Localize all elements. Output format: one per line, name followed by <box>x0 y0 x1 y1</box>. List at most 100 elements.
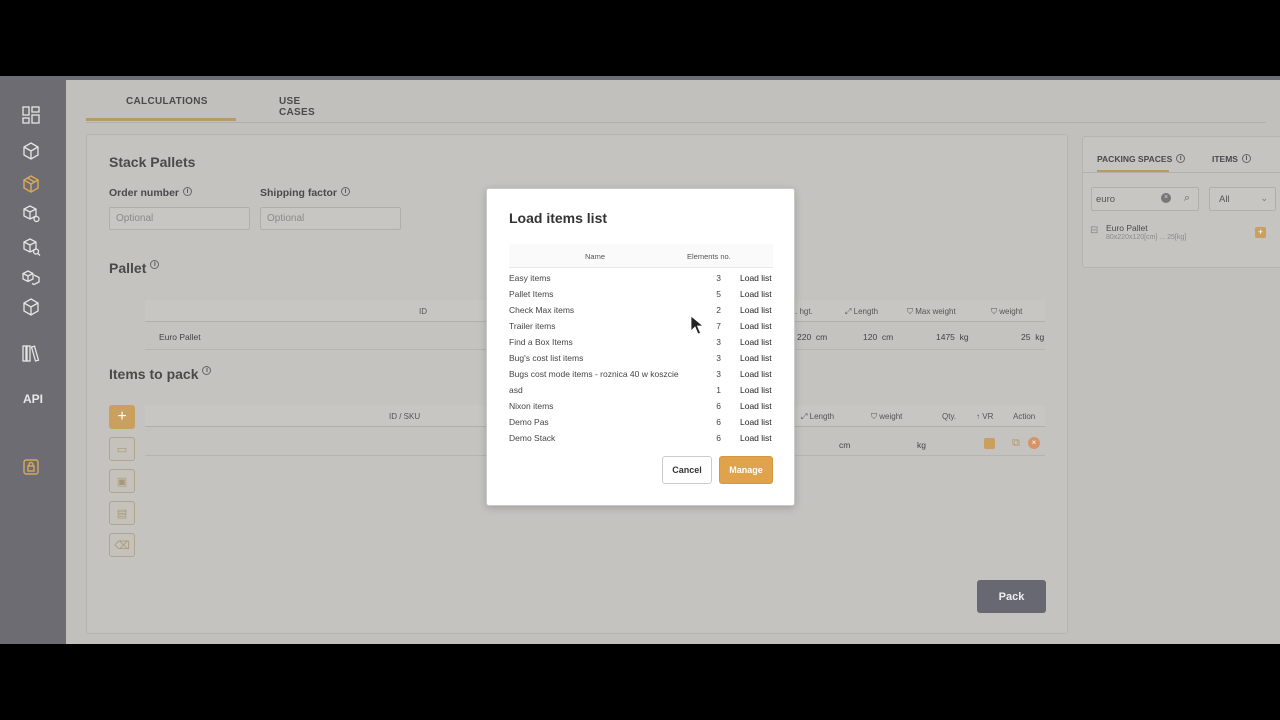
list-item: asd 1 Load list <box>509 382 773 398</box>
list-item-count: 7 <box>716 321 721 331</box>
import-file-button[interactable]: ▭ <box>109 437 135 461</box>
copy-icon[interactable]: ⧉ <box>1012 437 1020 450</box>
pallet-section-title: Pallet i <box>109 260 160 276</box>
list-item-count: 3 <box>716 337 721 347</box>
list-item-count: 3 <box>716 273 721 283</box>
sidebar: API <box>0 80 66 644</box>
lock-icon[interactable] <box>20 456 42 478</box>
pallet-length: 120 cm <box>863 332 894 342</box>
item-length-unit: cm <box>839 440 851 450</box>
order-number-input[interactable]: Optional <box>109 207 250 230</box>
box-settings-icon[interactable] <box>20 203 42 225</box>
list-item-name: Demo Pas <box>509 417 549 427</box>
list-item-count: 1 <box>716 385 721 395</box>
pallet-height: 220 cm <box>797 332 828 342</box>
api-nav-item[interactable]: API <box>16 392 50 406</box>
load-list-button[interactable]: Load list <box>740 321 772 331</box>
boxes-icon[interactable] <box>20 266 42 288</box>
list-item: Find a Box Items 3 Load list <box>509 334 773 350</box>
search-icon[interactable]: ⌕ <box>1184 192 1190 205</box>
load-list-button[interactable]: Load list <box>740 353 772 363</box>
box-export-icon[interactable] <box>20 296 42 318</box>
list-item: Demo Pas 6 Load list <box>509 414 773 430</box>
list-item-name: Find a Box Items <box>509 337 573 347</box>
add-result-button[interactable]: + <box>1255 227 1266 238</box>
items-col-length: ⤢ Length <box>801 412 835 421</box>
tab-packing-spaces[interactable]: PACKING SPACES i <box>1097 154 1186 164</box>
items-col-vr: ↑ VR <box>976 412 994 421</box>
load-list-button[interactable]: Load list <box>740 305 772 315</box>
list-item: Pallet Items 5 Load list <box>509 286 773 302</box>
result-name[interactable]: Euro Pallet <box>1106 223 1148 233</box>
list-item-name: Bugs cost mode items - roznica 40 w kosz… <box>509 369 679 379</box>
load-list-button[interactable]: Load list <box>740 273 772 283</box>
item-weight-unit: kg <box>917 440 926 450</box>
info-icon[interactable]: i <box>150 260 160 269</box>
list-item-name: Bug's cost list items <box>509 353 584 363</box>
items-section-title: Items to pack i <box>109 366 212 382</box>
items-col-action: Action <box>1013 412 1036 421</box>
list-item-name: Check Max items <box>509 305 575 315</box>
info-icon[interactable]: i <box>202 366 212 375</box>
pallet-col-max-weight: ⛉ Max weight <box>907 307 956 316</box>
add-item-button[interactable]: + <box>109 405 135 429</box>
filter-select[interactable]: All ⌄ <box>1209 187 1276 211</box>
shipping-factor-input[interactable]: Optional <box>260 207 401 230</box>
library-icon[interactable] <box>20 342 42 364</box>
load-list-button[interactable]: Load list <box>740 417 772 427</box>
load-list-button[interactable]: Load list <box>740 369 772 379</box>
pallet-col-id: ID <box>419 307 427 316</box>
import-list-button[interactable]: ▣ <box>109 469 135 493</box>
manage-button[interactable]: Manage <box>719 456 773 484</box>
result-detail: 80x220x120[cm] ... 25[kg] <box>1106 234 1187 241</box>
list-item: Easy items 3 Load list <box>509 270 773 286</box>
load-list-button[interactable]: Load list <box>740 433 772 443</box>
info-icon[interactable]: i <box>1176 154 1186 163</box>
tab-items[interactable]: ITEMS i <box>1212 154 1251 164</box>
remove-icon[interactable]: × <box>1028 437 1040 449</box>
list-item-count: 3 <box>716 369 721 379</box>
dialog-title: Load items list <box>509 210 608 226</box>
box-search-icon[interactable] <box>20 236 42 258</box>
box-icon[interactable] <box>20 140 42 162</box>
list-item: Demo Stack 6 Load list <box>509 430 773 446</box>
pallet-max-weight: 1475 kg <box>936 332 969 342</box>
active-tab-indicator <box>86 118 236 121</box>
items-col-id: ID / SKU <box>389 412 421 421</box>
load-list-button[interactable]: Load list <box>740 289 772 299</box>
pallet-icon: ⊟ <box>1090 225 1099 236</box>
load-list-button[interactable]: Load list <box>740 401 772 411</box>
pack-button[interactable]: Pack <box>977 580 1046 613</box>
export-button[interactable]: ▤ <box>109 501 135 525</box>
load-list-button[interactable]: Load list <box>740 385 772 395</box>
cancel-button[interactable]: Cancel <box>662 456 712 484</box>
vr-checkbox[interactable] <box>984 438 995 449</box>
list-item: Bug's cost list items 3 Load list <box>509 350 773 366</box>
col-name: Name <box>585 252 606 261</box>
info-icon[interactable]: i <box>1241 154 1251 163</box>
search-input[interactable]: euro × ⌕ <box>1091 187 1199 211</box>
info-icon[interactable]: i <box>183 187 193 196</box>
clear-icon[interactable]: × <box>1161 193 1171 203</box>
eraser-button[interactable]: ⌫ <box>109 533 135 557</box>
list-item: Trailer items 7 Load list <box>509 318 773 334</box>
list-item: Bugs cost mode items - roznica 40 w kosz… <box>509 366 773 382</box>
pallet-name: Euro Pallet <box>159 332 201 342</box>
pallet-col-length: ⤢ Length <box>845 307 879 316</box>
tabs-divider <box>1083 172 1280 173</box>
list-item-name: Pallet Items <box>509 289 554 299</box>
right-panel: PACKING SPACES i ITEMS i euro × ⌕ All ⌄ ⊟ … <box>1082 136 1280 268</box>
box-active-icon[interactable] <box>20 173 42 195</box>
shipping-factor-label: Shipping factor i <box>260 187 350 199</box>
tab-calculations[interactable]: CALCULATIONS <box>126 96 208 107</box>
list-item-name: Demo Stack <box>509 433 556 443</box>
list-item-count: 6 <box>716 401 721 411</box>
dashboard-icon[interactable] <box>20 104 42 126</box>
tab-use-cases[interactable]: USE CASES <box>279 96 315 118</box>
page-title: Stack Pallets <box>109 154 196 170</box>
info-icon[interactable]: i <box>341 187 350 196</box>
load-list-button[interactable]: Load list <box>740 337 772 347</box>
items-col-qty: Qty. <box>942 412 957 421</box>
list-item: Nixon items 6 Load list <box>509 398 773 414</box>
list-item-name: asd <box>509 385 523 395</box>
